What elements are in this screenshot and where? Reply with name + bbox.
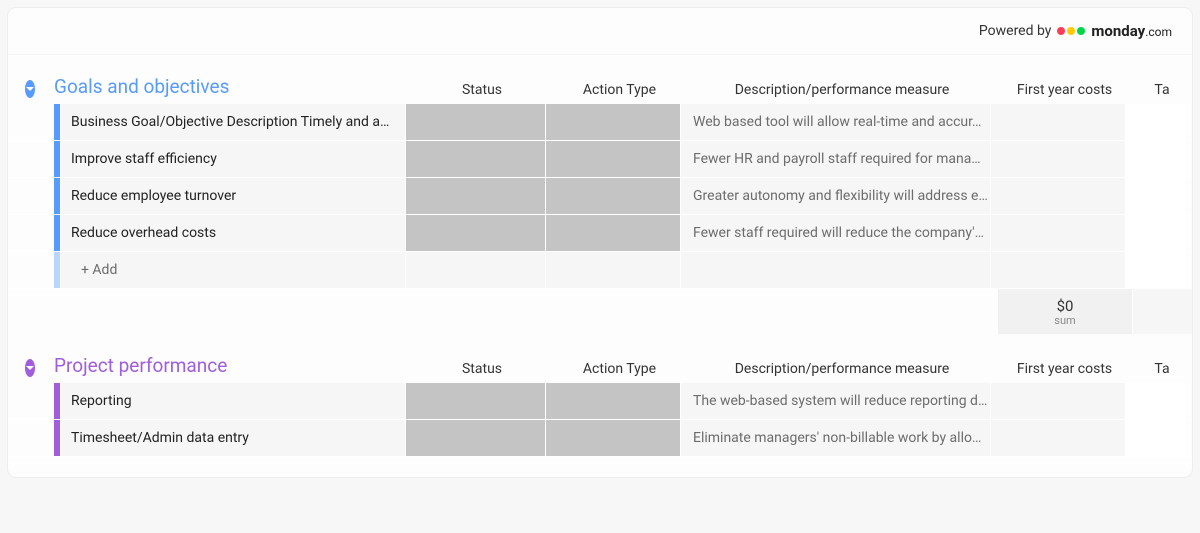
cost-cell[interactable] bbox=[990, 420, 1125, 456]
col-action-type[interactable]: Action Type bbox=[552, 361, 687, 377]
table-row[interactable]: Timesheet/Admin data entry Eliminate man… bbox=[8, 420, 1192, 457]
cost-sum: $0 sum bbox=[997, 289, 1132, 334]
brand-name: monday.com bbox=[1091, 22, 1172, 40]
table-row[interactable]: Reduce overhead costs Fewer staff requir… bbox=[8, 215, 1192, 252]
col-status[interactable]: Status bbox=[412, 361, 552, 377]
status-cell[interactable] bbox=[405, 104, 545, 140]
board-shell: Powered by monday.com Goals and objectiv… bbox=[8, 8, 1192, 477]
description-cell[interactable]: The web-based system will reduce reporti… bbox=[680, 383, 990, 419]
col-first-year-costs[interactable]: First year costs bbox=[997, 361, 1132, 377]
chevron-down-icon bbox=[25, 84, 35, 94]
powered-by-bar: Powered by monday.com bbox=[8, 8, 1192, 55]
table-row[interactable]: Reduce employee turnover Greater autonom… bbox=[8, 178, 1192, 215]
group-header: Goals and objectives Status Action Type … bbox=[8, 75, 1192, 104]
ta-cell[interactable] bbox=[1125, 215, 1185, 251]
col-ta[interactable]: Ta bbox=[1132, 82, 1192, 98]
cost-cell[interactable] bbox=[990, 104, 1125, 140]
status-cell[interactable] bbox=[405, 215, 545, 251]
table-row[interactable]: Reporting The web-based system will redu… bbox=[8, 383, 1192, 420]
action-type-cell[interactable] bbox=[545, 383, 680, 419]
collapse-button[interactable] bbox=[25, 80, 35, 98]
item-name[interactable]: Timesheet/Admin data entry bbox=[60, 420, 405, 456]
powered-by-label: Powered by bbox=[979, 23, 1052, 39]
cost-cell[interactable] bbox=[990, 178, 1125, 214]
description-cell[interactable]: Fewer staff required will reduce the com… bbox=[680, 215, 990, 251]
col-first-year-costs[interactable]: First year costs bbox=[997, 82, 1132, 98]
action-type-cell[interactable] bbox=[545, 104, 680, 140]
cost-cell[interactable] bbox=[990, 383, 1125, 419]
status-cell[interactable] bbox=[405, 141, 545, 177]
ta-cell[interactable] bbox=[1125, 383, 1185, 419]
group-title[interactable]: Goals and objectives bbox=[40, 75, 229, 98]
status-cell[interactable] bbox=[405, 383, 545, 419]
ta-cell[interactable] bbox=[1125, 178, 1185, 214]
col-action-type[interactable]: Action Type bbox=[552, 82, 687, 98]
col-description[interactable]: Description/performance measure bbox=[687, 361, 997, 377]
chevron-down-icon bbox=[25, 363, 35, 373]
group-rows: Business Goal/Objective Description Time… bbox=[8, 104, 1192, 289]
item-name[interactable]: Reduce employee turnover bbox=[60, 178, 405, 214]
item-name[interactable]: Reporting bbox=[60, 383, 405, 419]
add-item-row[interactable]: + Add bbox=[8, 252, 1192, 289]
add-item-button[interactable]: + Add bbox=[60, 252, 405, 288]
action-type-cell[interactable] bbox=[545, 420, 680, 456]
collapse-button[interactable] bbox=[25, 359, 35, 377]
description-cell[interactable]: Greater autonomy and flexibility will ad… bbox=[680, 178, 990, 214]
item-name[interactable]: Reduce overhead costs bbox=[60, 215, 405, 251]
action-type-cell[interactable] bbox=[545, 141, 680, 177]
cost-cell[interactable] bbox=[990, 141, 1125, 177]
description-cell[interactable]: Web based tool will allow real-time and … bbox=[680, 104, 990, 140]
group-header: Project performance Status Action Type D… bbox=[8, 354, 1192, 383]
item-name[interactable]: Business Goal/Objective Description Time… bbox=[60, 104, 405, 140]
ta-cell[interactable] bbox=[1125, 141, 1185, 177]
description-cell[interactable]: Eliminate managers' non-billable work by… bbox=[680, 420, 990, 456]
group-project-performance: Project performance Status Action Type D… bbox=[8, 354, 1192, 457]
board: Goals and objectives Status Action Type … bbox=[8, 75, 1192, 477]
col-description[interactable]: Description/performance measure bbox=[687, 82, 997, 98]
ta-cell[interactable] bbox=[1125, 420, 1185, 456]
cost-cell[interactable] bbox=[990, 215, 1125, 251]
description-cell[interactable]: Fewer HR and payroll staff required for … bbox=[680, 141, 990, 177]
group-rows: Reporting The web-based system will redu… bbox=[8, 383, 1192, 457]
table-row[interactable]: Improve staff efficiency Fewer HR and pa… bbox=[8, 141, 1192, 178]
status-cell[interactable] bbox=[405, 420, 545, 456]
group-goals: Goals and objectives Status Action Type … bbox=[8, 75, 1192, 334]
col-status[interactable]: Status bbox=[412, 82, 552, 98]
group-footer: $0 sum bbox=[8, 289, 1192, 334]
ta-cell[interactable] bbox=[1125, 104, 1185, 140]
action-type-cell[interactable] bbox=[545, 215, 680, 251]
col-ta[interactable]: Ta bbox=[1132, 361, 1192, 377]
item-name[interactable]: Improve staff efficiency bbox=[60, 141, 405, 177]
monday-logo-icon bbox=[1057, 27, 1085, 35]
status-cell[interactable] bbox=[405, 178, 545, 214]
action-type-cell[interactable] bbox=[545, 178, 680, 214]
group-title[interactable]: Project performance bbox=[40, 354, 227, 377]
table-row[interactable]: Business Goal/Objective Description Time… bbox=[8, 104, 1192, 141]
